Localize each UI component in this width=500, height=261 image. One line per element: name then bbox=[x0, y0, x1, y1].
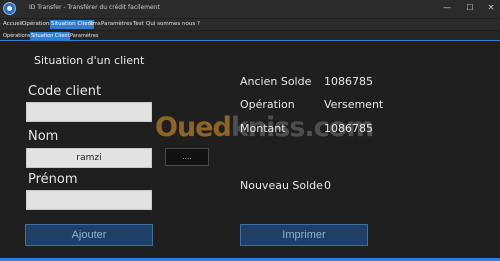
operation-value: Versement bbox=[324, 98, 384, 111]
menu-item-test[interactable]: Test bbox=[132, 20, 145, 29]
app-logo-icon bbox=[3, 2, 16, 15]
tab-situation-client[interactable]: Situation Client bbox=[30, 32, 71, 41]
operation-label: Opération bbox=[240, 98, 295, 111]
nouveau-solde-value: 0 bbox=[324, 179, 331, 192]
main-content: Ouedkniss.com Situation d'un client Code… bbox=[0, 42, 500, 258]
code-client-input[interactable] bbox=[26, 102, 152, 122]
nouveau-solde-label: Nouveau Solde bbox=[240, 179, 323, 192]
ancien-solde-value: 1086785 bbox=[324, 75, 373, 88]
close-icon[interactable]: ✕ bbox=[486, 3, 496, 13]
code-client-label: Code client bbox=[28, 84, 102, 99]
prenom-input[interactable] bbox=[26, 190, 152, 210]
title-bar: ID Transfer - Transférer du crédit facil… bbox=[0, 0, 500, 18]
nom-input[interactable] bbox=[26, 148, 152, 168]
minimize-icon[interactable]: — bbox=[442, 3, 452, 13]
montant-label: Montant bbox=[240, 122, 286, 135]
menu-bar: Accueil Opérations Situation Client Sms … bbox=[0, 19, 500, 30]
tab-bar: Opérations Situation Client Paramètres bbox=[0, 31, 500, 41]
tab-parametres[interactable]: Paramètres bbox=[69, 32, 100, 41]
prenom-label: Prénom bbox=[28, 172, 78, 187]
section-title: Situation d'un client bbox=[34, 54, 145, 67]
menu-item-qui-sommes-nous[interactable]: Qui sommes nous ? bbox=[145, 20, 201, 29]
ajouter-button[interactable]: Ajouter bbox=[25, 224, 153, 246]
maximize-icon[interactable]: ☐ bbox=[465, 3, 475, 13]
window-title: ID Transfer - Transférer du crédit facil… bbox=[29, 4, 160, 11]
browse-button[interactable]: .... bbox=[165, 148, 209, 166]
montant-value: 1086785 bbox=[324, 122, 373, 135]
nom-label: Nom bbox=[28, 129, 59, 144]
menu-item-parametres[interactable]: Paramètres bbox=[100, 20, 133, 29]
app-window: ID Transfer - Transférer du crédit facil… bbox=[0, 0, 500, 261]
menu-item-operations[interactable]: Opérations bbox=[21, 20, 53, 29]
ancien-solde-label: Ancien Solde bbox=[240, 75, 312, 88]
imprimer-button[interactable]: Imprimer bbox=[240, 224, 368, 246]
tab-operations[interactable]: Opérations bbox=[2, 32, 32, 41]
